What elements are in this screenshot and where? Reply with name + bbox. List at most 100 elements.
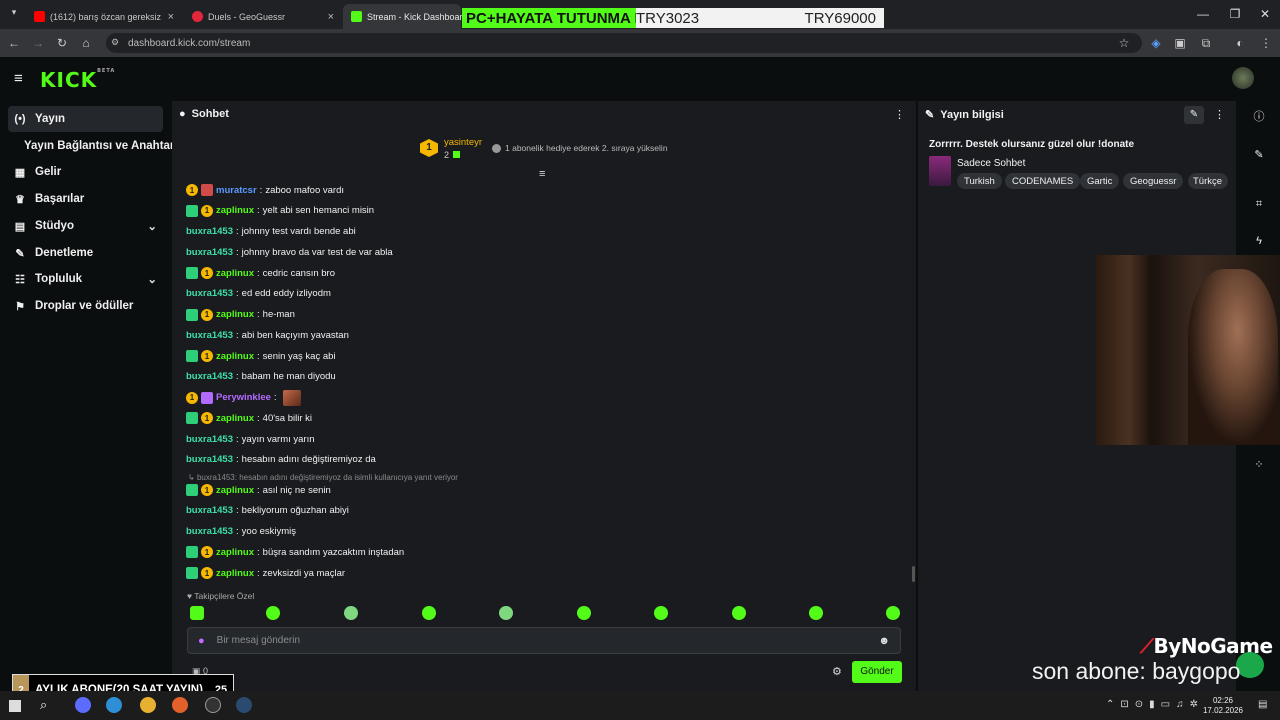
pencil-icon[interactable]: ✎ — [1250, 146, 1268, 164]
chat-settings-icon[interactable]: ⚙ — [832, 665, 842, 678]
chat-username[interactable]: zaplinux — [216, 351, 254, 362]
chat-username[interactable]: buxra1453 — [186, 454, 233, 465]
chat-message[interactable]: buxra1453: babam he man diyodu — [186, 370, 336, 384]
sidebar-item-droplar[interactable]: ⚑ Droplar ve ödüller — [8, 293, 163, 319]
kick-logo[interactable]: KICKBETA — [40, 68, 115, 92]
sidebar-item-denetleme[interactable]: ✎ Denetleme — [8, 240, 163, 266]
chat-message[interactable]: 1 zaplinux: büşra sandım yazcaktım inştada… — [186, 545, 404, 559]
chat-username[interactable]: buxra1453 — [186, 288, 233, 299]
chat-username[interactable]: zaplinux — [216, 205, 254, 216]
app-icon[interactable] — [106, 697, 122, 713]
site-info-icon[interactable]: ⚙ — [111, 37, 119, 48]
category-name[interactable]: Sadece Sohbet — [957, 158, 1025, 169]
clock[interactable]: 02:26 17.02.2026 — [1200, 696, 1246, 716]
app-icon[interactable] — [75, 697, 91, 713]
chat-username[interactable]: zaplinux — [216, 309, 254, 320]
emote-button[interactable] — [190, 606, 204, 620]
extension-icon[interactable]: ◈ — [1146, 33, 1166, 53]
emote-button[interactable] — [654, 606, 668, 620]
emote-button[interactable] — [809, 606, 823, 620]
browser-tab-youtube[interactable]: (1612) barış özcan gereksiz san × — [26, 4, 182, 29]
sidebar-item-stream-key[interactable]: Yayın Bağlantısı ve Anahtarı — [8, 133, 178, 159]
sidebar-item-topluluk[interactable]: ☷ Topluluk ⌄ — [8, 266, 163, 292]
steam-icon[interactable] — [236, 697, 252, 713]
chat-username[interactable]: buxra1453 — [186, 371, 233, 382]
microphone-icon[interactable]: ● — [198, 635, 205, 647]
obs-icon[interactable] — [205, 697, 221, 713]
notification-icon[interactable]: ▤ — [1258, 699, 1267, 710]
info-menu-icon[interactable]: ⋮ — [1214, 108, 1225, 121]
chat-message[interactable]: buxra1453: yayın varmı yarın — [186, 432, 315, 446]
chat-username[interactable]: zaplinux — [216, 413, 254, 424]
bookmark-star-icon[interactable]: ☆ — [1114, 33, 1134, 53]
extension-icon[interactable]: ▣ — [1170, 33, 1190, 53]
chat-username[interactable]: buxra1453 — [186, 330, 233, 341]
emote-button[interactable] — [344, 606, 358, 620]
chat-username[interactable]: muratcsr — [216, 185, 257, 196]
browser-tab-geoguessr[interactable]: Duels - GeoGuessr × — [184, 4, 342, 29]
chat-username[interactable]: zaplinux — [216, 568, 254, 579]
tag-chip[interactable]: Gartic — [1080, 173, 1120, 189]
firefox-icon[interactable] — [172, 697, 188, 713]
minimize-icon[interactable]: — — [1188, 4, 1218, 24]
reload-icon[interactable]: ↻ — [52, 33, 72, 53]
hamburger-menu-icon[interactable]: ≡ — [14, 70, 23, 87]
profile-icon[interactable]: ◐ — [1230, 33, 1250, 53]
browser-menu-icon[interactable]: ⋮ — [1256, 33, 1276, 53]
home-icon[interactable]: ⌂ — [76, 33, 96, 53]
chat-message[interactable]: buxra1453: ed edd eddy izliyodm — [186, 287, 331, 301]
edit-icon[interactable]: ✎ — [1184, 106, 1204, 124]
chat-message[interactable]: 1 zaplinux: yelt abi sen hemanci misin — [186, 204, 374, 218]
chat-message[interactable]: buxra1453: johnny bravo da var test de va… — [186, 245, 393, 259]
chat-username[interactable]: zaplinux — [216, 547, 254, 558]
emote-button[interactable] — [422, 606, 436, 620]
browser-tab-kick[interactable]: Stream - Kick Dashboard — [343, 4, 468, 29]
tab-search-button[interactable]: ▾ — [6, 7, 22, 23]
tag-chip[interactable]: CODENAMES — [1005, 173, 1081, 189]
chat-message[interactable]: 1 zaplinux: senin yaş kaç abi — [186, 349, 336, 363]
emote-button[interactable] — [266, 606, 280, 620]
lightning-icon[interactable]: ϟ — [1250, 232, 1268, 250]
chat-username[interactable]: buxra1453 — [186, 226, 233, 237]
chat-message[interactable]: buxra1453: hesabın adını değiştiremiyoz d… — [186, 453, 376, 467]
connections-icon[interactable]: ⁘ — [1250, 456, 1268, 474]
gift-leader-name[interactable]: yasinteyr — [444, 137, 482, 148]
search-icon[interactable]: ⌕ — [40, 697, 47, 713]
chat-username[interactable]: Perywinklee — [216, 392, 271, 403]
chat-username[interactable]: buxra1453 — [186, 434, 233, 445]
chat-message[interactable]: 1 zaplinux: he-man — [186, 308, 295, 322]
tag-chip[interactable]: Türkçe — [1188, 173, 1228, 189]
chat-input-box[interactable]: ● Bir mesaj gönderin ☻ — [187, 627, 901, 654]
emote-button[interactable] — [499, 606, 513, 620]
emote-button[interactable] — [577, 606, 591, 620]
tag-chip[interactable]: Turkish — [957, 173, 1002, 189]
close-window-icon[interactable]: ✕ — [1250, 4, 1280, 24]
close-tab-icon[interactable]: × — [168, 11, 174, 23]
info-icon[interactable]: ⓘ — [1250, 108, 1268, 126]
back-icon[interactable]: ← — [4, 33, 24, 53]
extensions-puzzle-icon[interactable]: ⧉ — [1196, 33, 1216, 53]
chat-scrollbar[interactable] — [912, 566, 915, 582]
chat-message[interactable]: 1 muratcsr: zaboo mafoo vardı — [186, 183, 344, 197]
emoji-icon[interactable]: ☻ — [878, 635, 890, 647]
sidebar-item-gelir[interactable]: ▦ Gelir — [8, 159, 163, 185]
sidebar-item-studyo[interactable]: ▤ Stüdyo ⌄ — [8, 213, 163, 239]
address-bar[interactable]: dashboard.kick.com/stream — [106, 33, 1142, 53]
maximize-icon[interactable]: ❐ — [1220, 4, 1250, 24]
system-tray[interactable]: ⌃⊡⊙▮▭♫✲ — [1106, 699, 1204, 710]
sidebar-item-yayin[interactable]: (•) Yayın — [8, 106, 163, 132]
chat-message[interactable]: buxra1453: bekliyorum oğuzhan abiyi — [186, 504, 349, 518]
chat-message[interactable]: 1 zaplinux: cedric cansın bro — [186, 266, 335, 280]
forward-icon[interactable]: → — [28, 33, 48, 53]
emote-button[interactable] — [732, 606, 746, 620]
start-icon[interactable] — [9, 700, 21, 712]
tag-chip[interactable]: Geoguessr — [1123, 173, 1184, 189]
chrome-icon[interactable] — [140, 697, 156, 713]
chat-username[interactable]: zaplinux — [216, 485, 254, 496]
emote-button[interactable] — [886, 606, 900, 620]
focus-icon[interactable]: ⌗ — [1250, 195, 1268, 213]
avatar[interactable] — [1232, 67, 1254, 89]
chat-username[interactable]: zaplinux — [216, 268, 254, 279]
chat-message[interactable]: buxra1453: yoo eskiymiş — [186, 525, 296, 539]
chat-username[interactable]: buxra1453 — [186, 247, 233, 258]
